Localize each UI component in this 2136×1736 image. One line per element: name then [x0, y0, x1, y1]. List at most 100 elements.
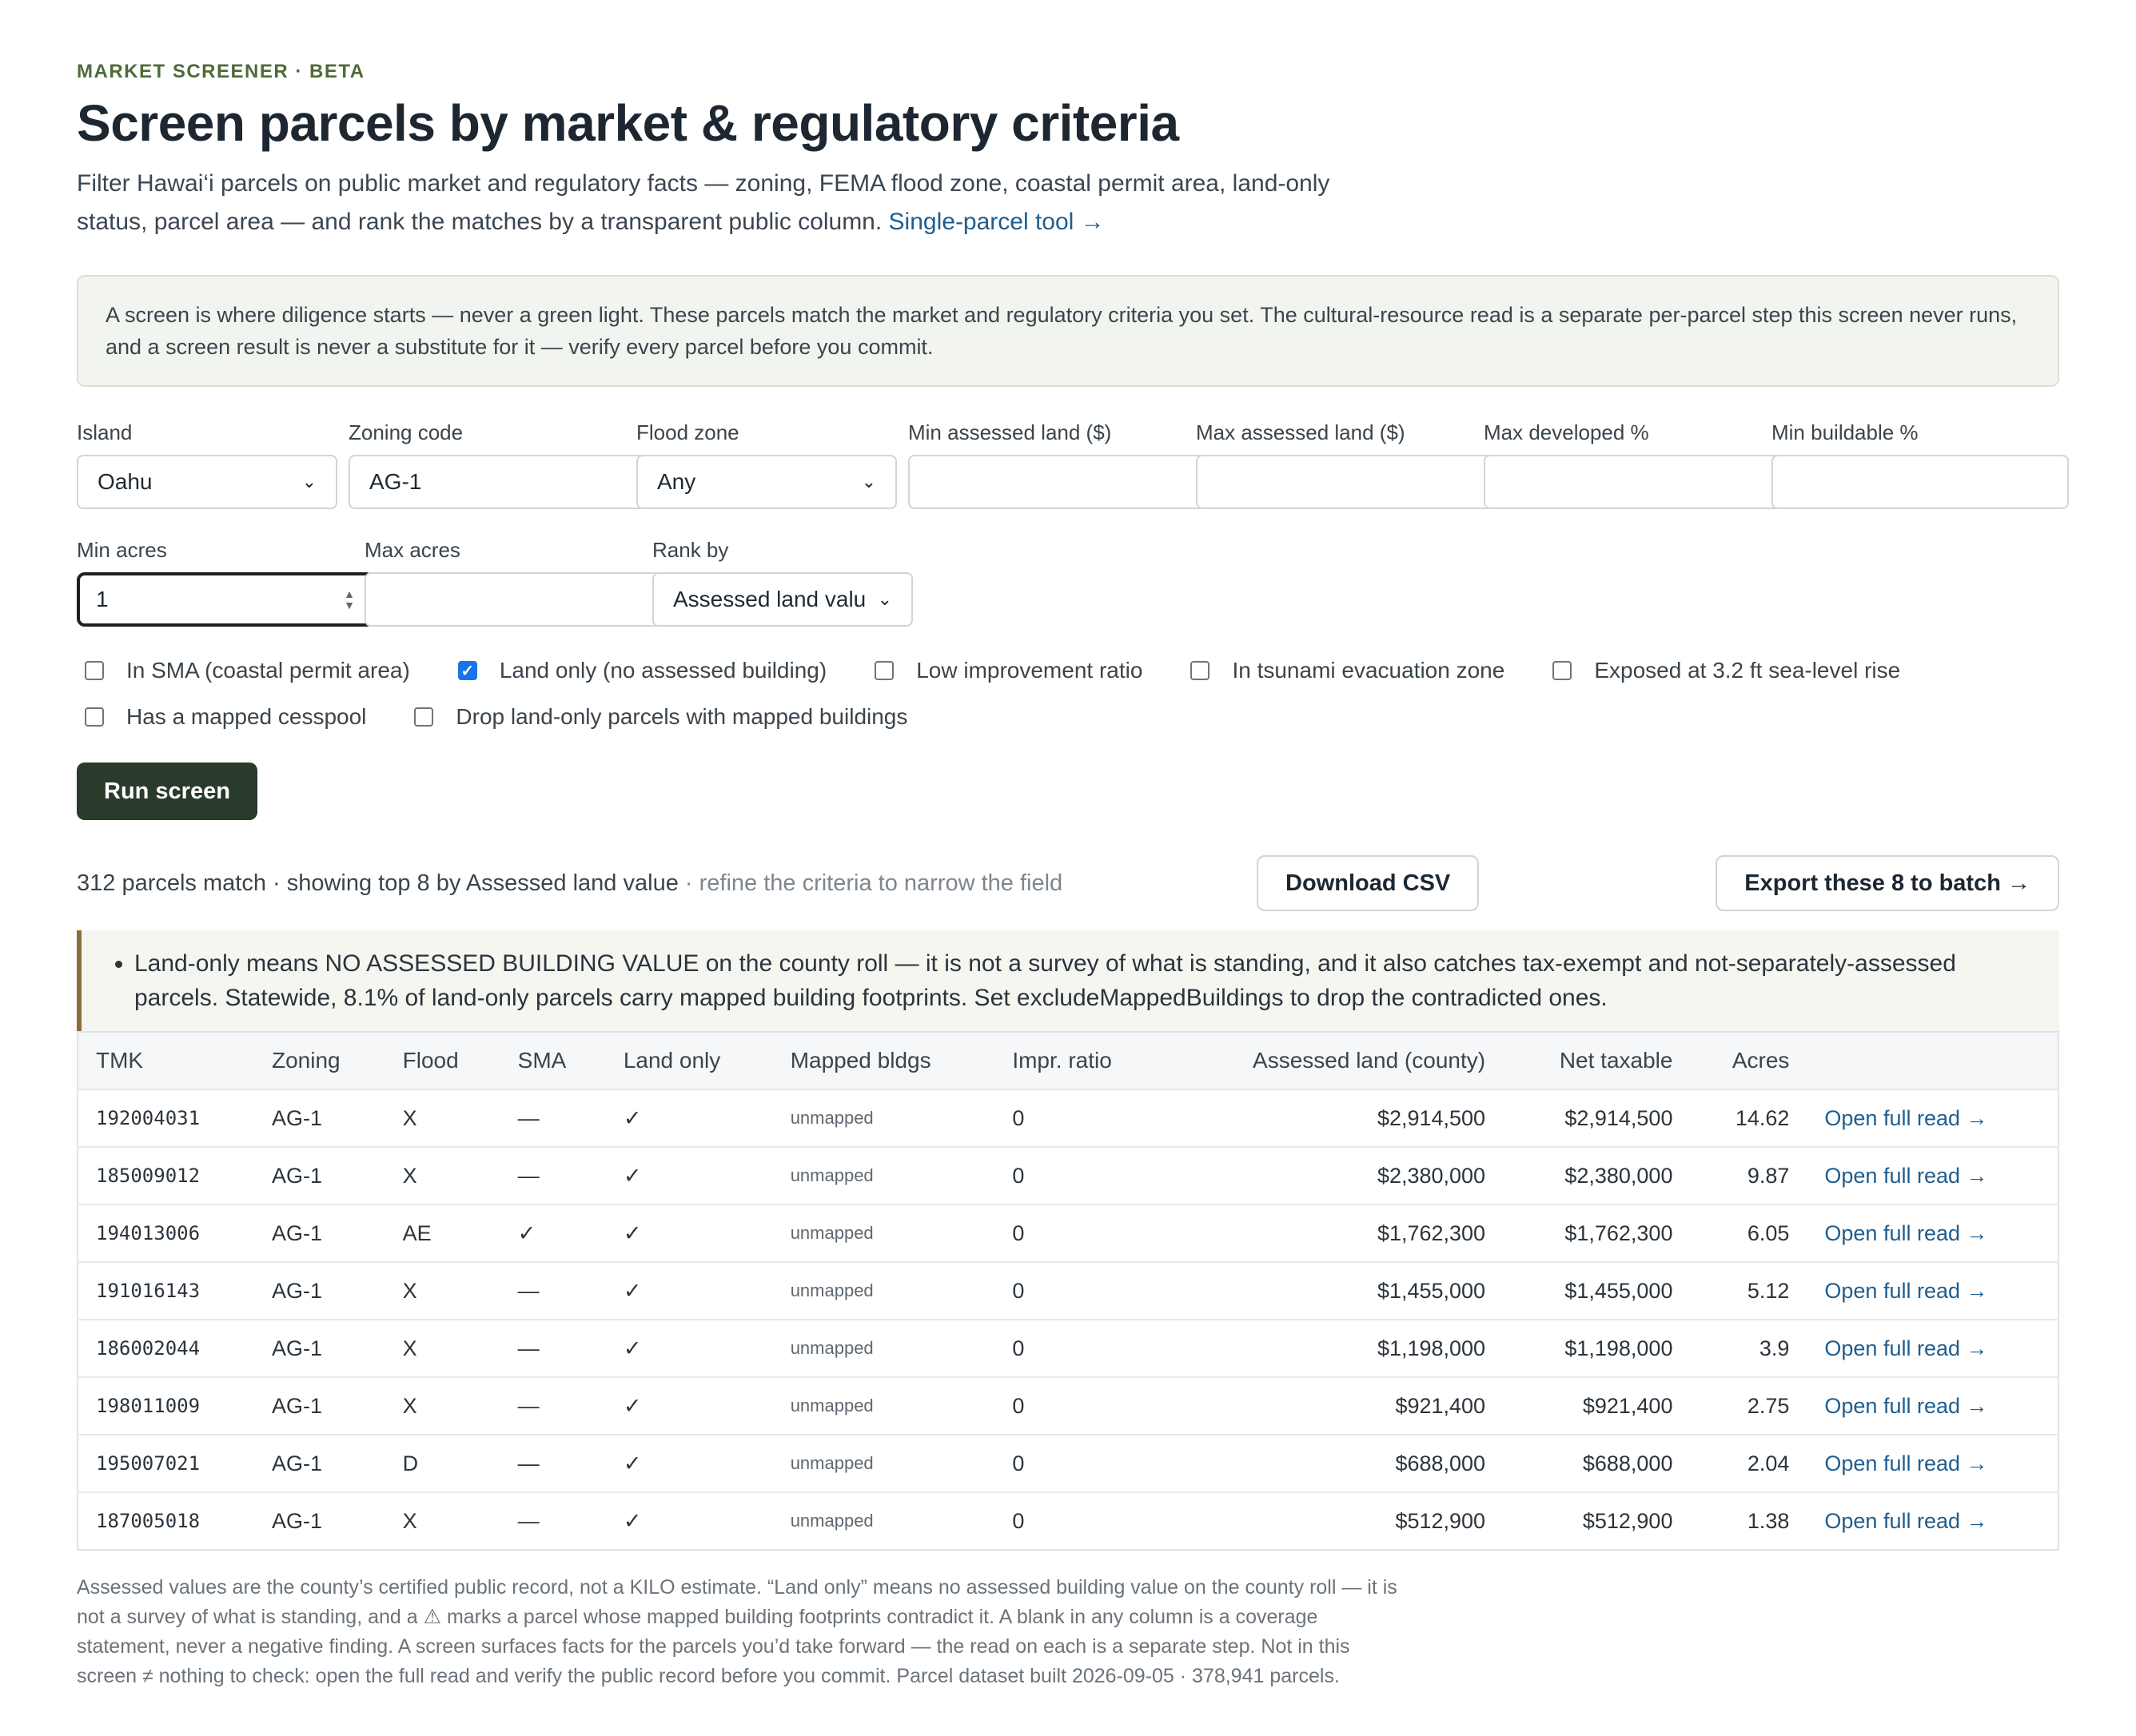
- cell-land-only: ✓: [605, 1089, 773, 1147]
- zoning-label: Zoning code: [349, 420, 464, 444]
- drop-mapped-checkbox[interactable]: Drop land-only parcels with mapped build…: [406, 704, 907, 730]
- cell-flood: X: [385, 1261, 500, 1320]
- cell-action: Open full read →: [1807, 1319, 2058, 1377]
- cell-zoning: AG-1: [254, 1434, 385, 1492]
- rank-by-select[interactable]: Assessed land valu ⌄: [652, 572, 913, 627]
- max-acres-input[interactable]: [365, 572, 662, 627]
- cell-tmk: 187005018: [78, 1491, 254, 1550]
- island-label: Island: [77, 420, 133, 444]
- cell-zoning: AG-1: [254, 1204, 385, 1262]
- cell-action: Open full read →: [1807, 1261, 2058, 1320]
- cell-land-only: ✓: [605, 1376, 773, 1435]
- cell-sma: —: [500, 1261, 606, 1320]
- table-body: 192004031 AG-1 X — ✓ unmapped 0 $2,914,500 $2,91…: [78, 1089, 2058, 1550]
- col-sma: SMA: [517, 1048, 567, 1073]
- col-flood: Flood: [402, 1048, 459, 1073]
- low-impr-checkbox[interactable]: Low improvement ratio: [867, 658, 1142, 683]
- tsunami-checkbox[interactable]: In tsunami evacuation zone: [1182, 658, 1504, 683]
- rank-by-label: Rank by: [652, 538, 729, 562]
- cell-assessed-land: $1,198,000: [1165, 1319, 1504, 1377]
- cell-mapped-bldgs: unmapped: [772, 1146, 995, 1204]
- min-acres-field: Min acres 1 ▲ ▼: [77, 538, 374, 627]
- cell-acres: 3.9: [1690, 1319, 1807, 1377]
- cell-zoning: AG-1: [254, 1319, 385, 1377]
- cell-land-only: ✓: [605, 1434, 773, 1492]
- cell-action: Open full read →: [1807, 1491, 2058, 1550]
- table-row: 191016143 AG-1 X — ✓ unmapped 0 $1,455,000 $1,45…: [78, 1261, 2058, 1320]
- checkbox-icon[interactable]: [85, 707, 104, 727]
- filter-form: Island Oahu ⌄ Zoning code AG-1 Flood zone…: [77, 420, 2069, 820]
- checkbox-icon[interactable]: [1190, 661, 1210, 680]
- max-land-field: Max assessed land ($): [1196, 420, 1493, 509]
- slr-checkbox-label: Exposed at 3.2 ft sea-level rise: [1594, 658, 1901, 683]
- cell-mapped-bldgs: unmapped: [772, 1319, 995, 1377]
- open-full-read-link[interactable]: Open full read →: [1824, 1164, 1987, 1188]
- cell-net-taxable: $921,400: [1503, 1376, 1691, 1435]
- cell-flood: X: [385, 1491, 500, 1550]
- download-csv-button[interactable]: Download CSV: [1257, 855, 1480, 911]
- cell-net-taxable: $2,380,000: [1503, 1146, 1691, 1204]
- checkbox-row-2: Has a mapped cesspool Drop land-only par…: [77, 694, 2059, 740]
- island-value: Oahu: [98, 469, 153, 494]
- cell-flood: D: [385, 1434, 500, 1492]
- sma-checkbox[interactable]: In SMA (coastal permit area): [77, 658, 410, 683]
- cell-zoning: AG-1: [254, 1261, 385, 1320]
- land-only-warning: Land-only means NO ASSESSED BUILDING VAL…: [77, 930, 2059, 1031]
- cell-impr-ratio: 0: [994, 1319, 1166, 1377]
- cell-net-taxable: $1,198,000: [1503, 1319, 1691, 1377]
- cell-mapped-bldgs: unmapped: [772, 1261, 995, 1320]
- open-full-read-link[interactable]: Open full read →: [1824, 1336, 1987, 1360]
- open-full-read-link[interactable]: Open full read →: [1824, 1279, 1987, 1303]
- cell-impr-ratio: 0: [994, 1376, 1166, 1435]
- island-select[interactable]: Oahu ⌄: [77, 455, 337, 509]
- checkbox-icon[interactable]: [85, 661, 104, 680]
- open-full-read-link[interactable]: Open full read →: [1824, 1451, 1987, 1475]
- cell-action: Open full read →: [1807, 1089, 2058, 1147]
- max-dev-input[interactable]: [1484, 455, 1781, 509]
- max-land-input[interactable]: [1196, 455, 1493, 509]
- checkbox-icon[interactable]: [414, 707, 434, 727]
- stepper-icon[interactable]: ▲ ▼: [344, 588, 355, 611]
- cell-acres: 5.12: [1690, 1261, 1807, 1320]
- diligence-notice: A screen is where diligence starts — nev…: [77, 275, 2059, 387]
- flood-select[interactable]: Any ⌄: [636, 455, 897, 509]
- single-parcel-link[interactable]: Single-parcel tool →: [889, 209, 1105, 235]
- cell-flood: X: [385, 1376, 500, 1435]
- max-acres-label: Max acres: [365, 538, 460, 562]
- min-acres-input[interactable]: 1 ▲ ▼: [77, 572, 374, 627]
- open-full-read-link[interactable]: Open full read →: [1824, 1509, 1987, 1533]
- cell-land-only: ✓: [605, 1146, 773, 1204]
- cell-impr-ratio: 0: [994, 1146, 1166, 1204]
- open-full-read-link[interactable]: Open full read →: [1824, 1394, 1987, 1418]
- open-full-read-link[interactable]: Open full read →: [1824, 1106, 1987, 1130]
- zoning-input[interactable]: AG-1: [349, 455, 646, 509]
- cell-zoning: AG-1: [254, 1089, 385, 1147]
- cesspool-checkbox[interactable]: Has a mapped cesspool: [77, 704, 366, 730]
- chevron-down-icon: ⌄: [877, 589, 892, 609]
- slr-checkbox[interactable]: Exposed at 3.2 ft sea-level rise: [1544, 658, 1900, 683]
- col-net-taxable: Net taxable: [1559, 1048, 1673, 1073]
- cell-tmk: 192004031: [78, 1089, 254, 1147]
- checkbox-checked-icon[interactable]: ✓: [457, 661, 477, 680]
- land-only-checkbox[interactable]: ✓ Land only (no assessed building): [450, 658, 827, 683]
- min-acres-value: 1: [96, 587, 109, 611]
- cell-impr-ratio: 0: [994, 1089, 1166, 1147]
- cell-sma: —: [500, 1089, 606, 1147]
- run-screen-button[interactable]: Run screen: [77, 762, 257, 820]
- flood-label: Flood zone: [636, 420, 739, 444]
- filter-row-2: Min acres 1 ▲ ▼ Max acres Rank by Assessed…: [77, 538, 2059, 627]
- table-row: 192004031 AG-1 X — ✓ unmapped 0 $2,914,500 $2,91…: [78, 1089, 2058, 1147]
- cell-zoning: AG-1: [254, 1376, 385, 1435]
- criteria-checkboxes: In SMA (coastal permit area) ✓ Land only …: [77, 647, 2059, 740]
- eyebrow: MARKET SCREENER · BETA: [77, 61, 365, 82]
- cell-land-only: ✓: [605, 1491, 773, 1550]
- cell-flood: X: [385, 1319, 500, 1377]
- cell-mapped-bldgs: unmapped: [772, 1089, 995, 1147]
- checkbox-icon[interactable]: [875, 661, 895, 680]
- table-row: 186002044 AG-1 X — ✓ unmapped 0 $1,198,000 $1,19…: [78, 1319, 2058, 1377]
- open-full-read-link[interactable]: Open full read →: [1824, 1221, 1987, 1245]
- min-build-input[interactable]: [1771, 455, 2069, 509]
- export-batch-button[interactable]: Export these 8 to batch →: [1716, 855, 2059, 911]
- checkbox-icon[interactable]: [1552, 661, 1572, 680]
- min-land-input[interactable]: [908, 455, 1205, 509]
